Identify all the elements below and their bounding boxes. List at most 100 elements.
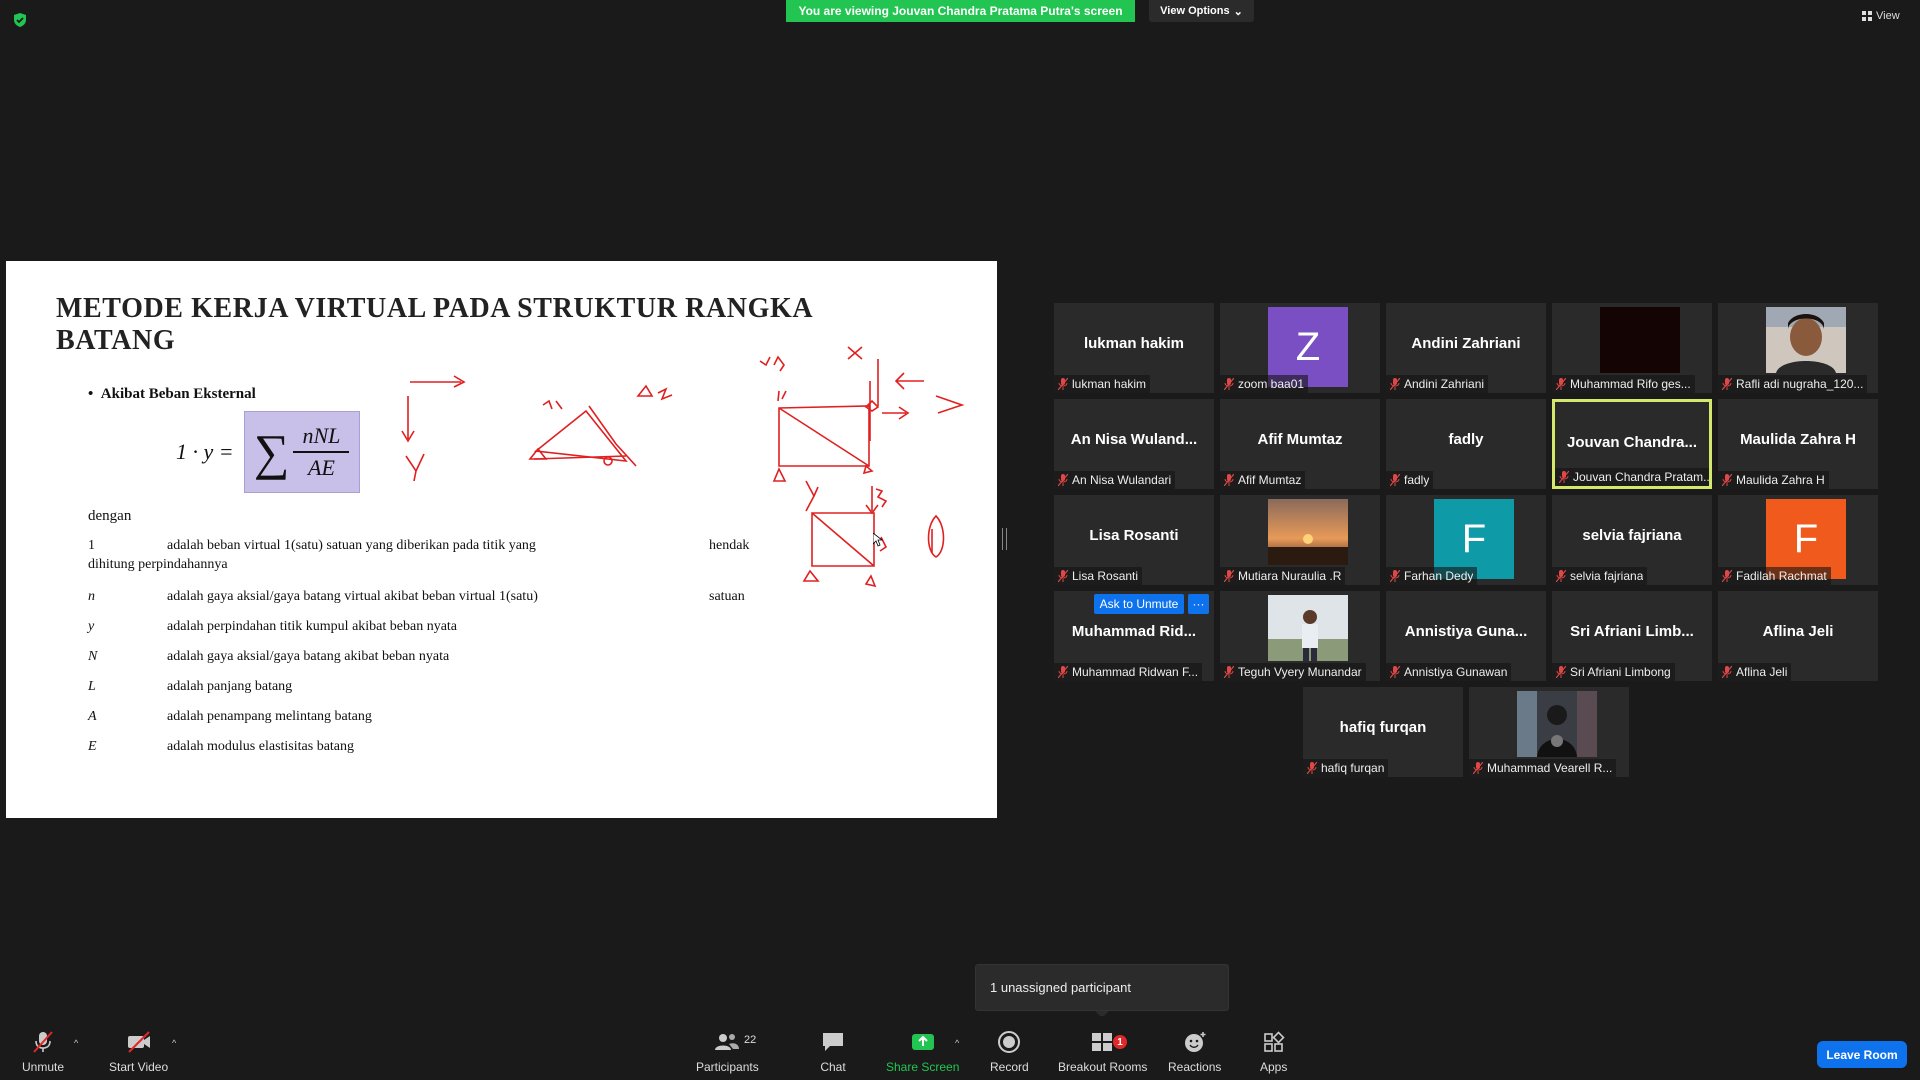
more-options-button[interactable]: ··· xyxy=(1188,594,1209,614)
muted-mic-icon xyxy=(1058,378,1068,390)
annotation-drawings xyxy=(401,346,965,588)
participant-tile[interactable]: Maulida Zahra H Maulida Zahra H xyxy=(1718,399,1878,489)
participant-tile[interactable]: Sri Afriani Limb... Sri Afriani Limbong xyxy=(1552,591,1712,681)
participant-name: Teguh Vyery Munandar xyxy=(1238,665,1362,679)
video-off-icon xyxy=(127,1031,150,1053)
participant-display-name: lukman hakim xyxy=(1083,335,1185,352)
viewing-screen-banner: You are viewing Jouvan Chandra Pratama P… xyxy=(786,0,1135,22)
unmute-button[interactable]: Unmute xyxy=(22,1030,64,1074)
participant-name-label: Aflina Jeli xyxy=(1718,663,1792,681)
record-icon xyxy=(998,1031,1021,1053)
participant-name-label: Lisa Rosanti xyxy=(1054,567,1143,585)
participant-tile[interactable]: fadly fadly xyxy=(1386,399,1546,489)
participant-display-name: Aflina Jeli xyxy=(1762,623,1834,640)
participant-name: Muhammad Rifo ges... xyxy=(1570,377,1691,391)
reactions-button[interactable]: Reactions xyxy=(1168,1030,1221,1074)
participant-tile[interactable]: An Nisa Wuland... An Nisa Wulandari xyxy=(1054,399,1214,489)
chat-button[interactable]: Chat xyxy=(820,1030,846,1074)
participant-name: hafiq furqan xyxy=(1321,761,1385,775)
participant-name-label: Farhan Dedy xyxy=(1386,567,1478,585)
muted-mic-icon xyxy=(1473,762,1483,774)
share-screen-label: Share Screen xyxy=(886,1060,960,1074)
participant-tile[interactable]: Andini Zahriani Andini Zahriani xyxy=(1386,303,1546,393)
muted-mic-icon xyxy=(1390,570,1400,582)
muted-mic-icon xyxy=(1390,474,1400,486)
participant-name-label: Jouvan Chandra Pratam... xyxy=(1555,468,1709,486)
participant-tile[interactable]: Lisa Rosanti Lisa Rosanti xyxy=(1054,495,1214,585)
participant-tile[interactable]: Mutiara Nuraulia .R xyxy=(1220,495,1380,585)
participant-display-name: Afif Mumtaz xyxy=(1257,431,1343,448)
participant-name: Lisa Rosanti xyxy=(1072,569,1139,583)
video-options-caret[interactable]: ^ xyxy=(172,1038,176,1048)
ask-to-unmute-button[interactable]: Ask to Unmute xyxy=(1094,594,1184,614)
muted-mic-icon xyxy=(1722,570,1732,582)
share-screen-button[interactable]: Share Screen xyxy=(886,1030,959,1074)
audio-options-caret[interactable]: ^ xyxy=(74,1038,78,1048)
muted-mic-icon xyxy=(1556,666,1566,678)
participant-tile[interactable]: Jouvan Chandra... Jouvan Chandra Pratam..… xyxy=(1552,399,1712,489)
breakout-rooms-button[interactable]: Breakout Rooms xyxy=(1058,1030,1147,1074)
participant-tile[interactable]: Afif Mumtaz Afif Mumtaz xyxy=(1220,399,1380,489)
participant-display-name: selvia fajriana xyxy=(1582,527,1682,544)
participant-name: Andini Zahriani xyxy=(1404,377,1485,391)
participant-tile[interactable]: selvia fajriana selvia fajriana xyxy=(1552,495,1712,585)
view-button[interactable]: View xyxy=(1862,10,1900,22)
participant-display-name: hafiq furqan xyxy=(1339,719,1427,736)
participant-name: fadly xyxy=(1404,473,1430,487)
unassigned-participant-tooltip: 1 unassigned participant xyxy=(975,964,1229,1011)
muted-mic-icon xyxy=(1307,762,1317,774)
cursor-icon xyxy=(873,533,883,547)
participant-name-label: An Nisa Wulandari xyxy=(1054,471,1176,489)
breakout-rooms-icon xyxy=(1091,1033,1112,1051)
breakout-badge: 1 xyxy=(1113,1035,1127,1049)
participant-name: Rafli adi nugraha_120... xyxy=(1736,377,1864,391)
apps-icon xyxy=(1263,1031,1285,1052)
muted-mic-icon xyxy=(1556,570,1566,582)
participant-tile[interactable]: hafiq furqan hafiq furqan xyxy=(1303,687,1463,777)
breakout-rooms-label: Breakout Rooms xyxy=(1058,1060,1148,1074)
participant-name-label: hafiq furqan xyxy=(1303,759,1389,777)
participant-name-label: Maulida Zahra H xyxy=(1718,471,1829,489)
participant-display-name: An Nisa Wuland... xyxy=(1070,431,1198,448)
muted-mic-icon xyxy=(1224,570,1234,582)
participant-tile[interactable]: lukman hakim lukman hakim xyxy=(1054,303,1214,393)
view-options-button[interactable]: View Options ⌄ xyxy=(1149,0,1254,22)
apps-button[interactable]: Apps xyxy=(1260,1030,1287,1074)
participant-name-label: Afif Mumtaz xyxy=(1220,471,1306,489)
start-video-button[interactable]: Start Video xyxy=(109,1030,168,1074)
splitter-handle[interactable] xyxy=(1002,528,1007,550)
participant-display-name: Maulida Zahra H xyxy=(1740,431,1856,448)
participant-tile[interactable]: Zzoom baa01 xyxy=(1220,303,1380,393)
participant-tile[interactable]: Muhammad Rifo ges... xyxy=(1552,303,1712,393)
participant-tile[interactable]: F Farhan Dedy xyxy=(1386,495,1546,585)
shield-icon[interactable] xyxy=(12,12,28,28)
participant-name: Muhammad Ridwan F... xyxy=(1072,665,1199,679)
participant-name: Farhan Dedy xyxy=(1404,569,1474,583)
participants-count: 22 xyxy=(744,1034,757,1046)
participant-name-label: Annistiya Gunawan xyxy=(1386,663,1512,681)
participant-name: Mutiara Nuraulia .R xyxy=(1238,569,1342,583)
record-button[interactable]: Record xyxy=(990,1030,1029,1074)
participant-name: An Nisa Wulandari xyxy=(1072,473,1172,487)
participant-tile[interactable]: Aflina Jeli Aflina Jeli xyxy=(1718,591,1878,681)
participants-icon xyxy=(715,1034,740,1050)
participant-tile[interactable]: Muhammad Vearell R... xyxy=(1469,687,1629,777)
participant-name-label: lukman hakim xyxy=(1054,375,1151,393)
start-video-label: Start Video xyxy=(109,1060,169,1074)
muted-mic-icon xyxy=(1390,378,1400,390)
participant-display-name: Jouvan Chandra... xyxy=(1566,434,1698,451)
participant-name: selvia fajriana xyxy=(1570,569,1644,583)
participant-tile[interactable]: F Fadilah Rachmat xyxy=(1718,495,1878,585)
participant-tile[interactable]: Annistiya Guna... Annistiya Gunawan xyxy=(1386,591,1546,681)
chat-label: Chat xyxy=(820,1060,846,1074)
participant-tile[interactable]: Teguh Vyery Munandar xyxy=(1220,591,1380,681)
muted-mic-icon xyxy=(1058,474,1068,486)
reactions-label: Reactions xyxy=(1168,1060,1222,1074)
share-options-caret[interactable]: ^ xyxy=(955,1038,959,1048)
muted-mic-icon xyxy=(1058,666,1068,678)
participant-tile[interactable]: Rafli adi nugraha_120... xyxy=(1718,303,1878,393)
participant-name-label: Fadilah Rachmat xyxy=(1718,567,1831,585)
leave-room-button[interactable]: Leave Room xyxy=(1817,1041,1907,1068)
participant-name-label: Sri Afriani Limbong xyxy=(1552,663,1675,681)
shared-screen[interactable]: METODE KERJA VIRTUAL PADA STRUKTUR RANGK… xyxy=(6,261,997,818)
